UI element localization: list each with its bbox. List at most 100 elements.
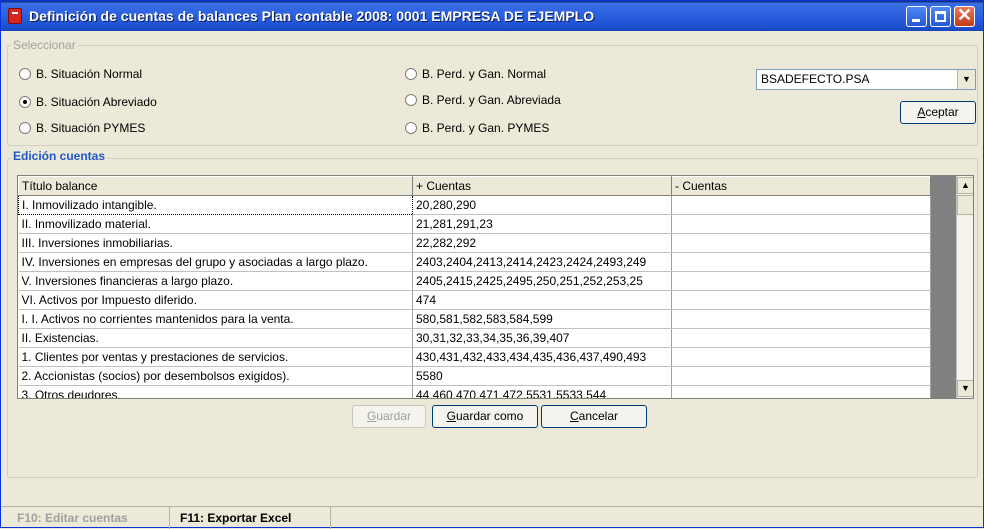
cell-titulo[interactable]: IV. Inversiones en empresas del grupo y … xyxy=(18,252,413,272)
radio-perd-gan-abreviada[interactable]: B. Perd. y Gan. Abreviada xyxy=(405,93,561,107)
radio-label: B. Situación Abreviado xyxy=(36,95,157,109)
radio-label: B. Perd. y Gan. PYMES xyxy=(422,121,550,135)
radio-label: B. Perd. y Gan. Abreviada xyxy=(422,93,561,107)
accept-button[interactable]: Aceptar xyxy=(900,101,976,124)
cell-menos-cuentas[interactable] xyxy=(671,195,931,215)
accounts-table: Título balance + Cuentas - Cuentas I. In… xyxy=(18,176,931,398)
radio-label: B. Situación Normal xyxy=(36,67,143,81)
cell-menos-cuentas[interactable] xyxy=(671,385,931,398)
close-icon: ✕ xyxy=(956,5,973,25)
cell-titulo[interactable]: 2. Accionistas (socios) por desembolsos … xyxy=(18,366,413,386)
cell-mas-cuentas[interactable]: 30,31,32,33,34,35,36,39,407 xyxy=(412,328,672,348)
cell-mas-cuentas[interactable]: 20,280,290 xyxy=(412,195,672,215)
cell-mas-cuentas[interactable]: 2403,2404,2413,2414,2423,2424,2493,249 xyxy=(412,252,672,272)
status-f10-edit-accounts: F10: Editar cuentas xyxy=(17,511,128,525)
close-button[interactable]: ✕ xyxy=(954,5,975,27)
column-header-mas-cuentas[interactable]: + Cuentas xyxy=(412,176,672,196)
cancel-button-label: ancelar xyxy=(578,409,619,423)
cancel-button[interactable]: Cancelar xyxy=(541,405,647,428)
cell-titulo[interactable]: VI. Activos por Impuesto diferido. xyxy=(18,290,413,310)
table-row[interactable]: I. I. Activos no corrientes mantenidos p… xyxy=(18,309,931,329)
cell-menos-cuentas[interactable] xyxy=(671,309,931,329)
cell-titulo[interactable]: 1. Clientes por ventas y prestaciones de… xyxy=(18,347,413,367)
radio-circle xyxy=(405,122,417,134)
radio-circle xyxy=(19,68,31,80)
table-row[interactable]: IV. Inversiones en empresas del grupo y … xyxy=(18,252,931,272)
radio-perd-gan-pymes[interactable]: B. Perd. y Gan. PYMES xyxy=(405,121,549,135)
radio-situacion-abreviado[interactable]: B. Situación Abreviado xyxy=(19,95,157,109)
accounts-grid[interactable]: Título balance + Cuentas - Cuentas I. In… xyxy=(17,175,974,399)
radio-circle xyxy=(405,94,417,106)
cell-menos-cuentas[interactable] xyxy=(671,290,931,310)
scroll-down-icon[interactable]: ▼ xyxy=(957,380,973,397)
chevron-down-icon[interactable]: ▼ xyxy=(957,70,975,89)
file-select-value: BSADEFECTO.PSA xyxy=(761,72,870,86)
maximize-button[interactable] xyxy=(930,6,951,27)
cell-menos-cuentas[interactable] xyxy=(671,233,931,253)
cell-mas-cuentas[interactable]: 22,282,292 xyxy=(412,233,672,253)
edit-group-legend: Edición cuentas xyxy=(11,149,108,163)
cell-titulo[interactable]: II. Existencias. xyxy=(18,328,413,348)
table-row[interactable]: V. Inversiones financieras a largo plazo… xyxy=(18,271,931,291)
select-group-legend: Seleccionar xyxy=(11,38,78,52)
table-header-row: Título balance + Cuentas - Cuentas xyxy=(18,176,931,196)
save-button-mnemonic: G xyxy=(366,409,377,423)
radio-situacion-pymes[interactable]: B. Situación PYMES xyxy=(19,121,145,135)
save-as-button-mnemonic: G xyxy=(446,409,456,423)
radio-situacion-normal[interactable]: B. Situación Normal xyxy=(19,67,142,81)
save-as-button[interactable]: Guardar como xyxy=(432,405,538,428)
maximize-icon xyxy=(935,11,946,22)
radio-label: B. Perd. y Gan. Normal xyxy=(422,67,547,81)
radio-perd-gan-normal[interactable]: B. Perd. y Gan. Normal xyxy=(405,67,546,81)
cell-menos-cuentas[interactable] xyxy=(671,347,931,367)
accept-button-label: ceptar xyxy=(925,105,959,119)
cell-titulo[interactable]: III. Inversiones inmobiliarias. xyxy=(18,233,413,253)
save-button[interactable]: Guardar xyxy=(352,405,426,428)
cell-titulo[interactable]: I. Inmovilizado intangible. xyxy=(18,195,413,215)
table-row[interactable]: VI. Activos por Impuesto diferido. 474 xyxy=(18,290,931,310)
cell-mas-cuentas[interactable]: 21,281,291,23 xyxy=(412,214,672,234)
cell-mas-cuentas[interactable]: 2405,2415,2425,2495,250,251,252,253,25 xyxy=(412,271,672,291)
table-row[interactable]: II. Inmovilizado material. 21,281,291,23 xyxy=(18,214,931,234)
cell-menos-cuentas[interactable] xyxy=(671,328,931,348)
scroll-up-icon[interactable]: ▲ xyxy=(957,177,973,194)
table-row[interactable]: II. Existencias. 30,31,32,33,34,35,36,39… xyxy=(18,328,931,348)
app-icon xyxy=(8,8,22,24)
cell-titulo[interactable]: V. Inversiones financieras a largo plazo… xyxy=(18,271,413,291)
cell-mas-cuentas[interactable]: 430,431,432,433,434,435,436,437,490,493 xyxy=(412,347,672,367)
save-as-button-label: uardar como xyxy=(455,409,524,423)
window-title: Definición de cuentas de balances Plan c… xyxy=(29,8,595,24)
cancel-button-mnemonic: C xyxy=(569,409,579,423)
radio-circle xyxy=(405,68,417,80)
table-row[interactable]: III. Inversiones inmobiliarias. 22,282,2… xyxy=(18,233,931,253)
file-select[interactable]: BSADEFECTO.PSA ▼ xyxy=(756,69,976,90)
scroll-thumb[interactable] xyxy=(957,195,973,215)
minimize-button[interactable] xyxy=(906,6,927,27)
radio-label: B. Situación PYMES xyxy=(36,121,146,135)
radio-circle xyxy=(19,122,31,134)
column-header-menos-cuentas[interactable]: - Cuentas xyxy=(671,176,931,196)
table-row[interactable]: 1. Clientes por ventas y prestaciones de… xyxy=(18,347,931,367)
cell-mas-cuentas[interactable]: 474 xyxy=(412,290,672,310)
cell-mas-cuentas[interactable]: 5580 xyxy=(412,366,672,386)
cell-menos-cuentas[interactable] xyxy=(671,252,931,272)
radio-circle-checked xyxy=(19,96,31,108)
status-f11-export-excel[interactable]: F11: Exportar Excel xyxy=(169,507,331,529)
status-bar: F10: Editar cuentas F11: Exportar Excel xyxy=(1,506,983,529)
cell-titulo[interactable]: I. I. Activos no corrientes mantenidos p… xyxy=(18,309,413,329)
cell-titulo[interactable]: 3. Otros deudores. xyxy=(18,385,413,398)
cell-menos-cuentas[interactable] xyxy=(671,271,931,291)
cell-menos-cuentas[interactable] xyxy=(671,366,931,386)
cell-mas-cuentas[interactable]: 580,581,582,583,584,599 xyxy=(412,309,672,329)
table-row[interactable]: 3. Otros deudores. 44,460,470,471,472,55… xyxy=(18,385,931,398)
table-row[interactable]: I. Inmovilizado intangible. 20,280,290 xyxy=(18,195,931,215)
title-bar[interactable]: Definición de cuentas de balances Plan c… xyxy=(1,1,983,31)
column-header-titulo[interactable]: Título balance xyxy=(18,176,413,196)
save-button-label: uardar xyxy=(376,409,412,423)
cell-mas-cuentas[interactable]: 44,460,470,471,472,5531,5533,544 xyxy=(412,385,672,398)
cell-menos-cuentas[interactable] xyxy=(671,214,931,234)
vertical-scrollbar[interactable]: ▲ ▼ xyxy=(956,176,973,398)
cell-titulo[interactable]: II. Inmovilizado material. xyxy=(18,214,413,234)
table-row[interactable]: 2. Accionistas (socios) por desembolsos … xyxy=(18,366,931,386)
app-window: Definición de cuentas de balances Plan c… xyxy=(0,0,984,529)
